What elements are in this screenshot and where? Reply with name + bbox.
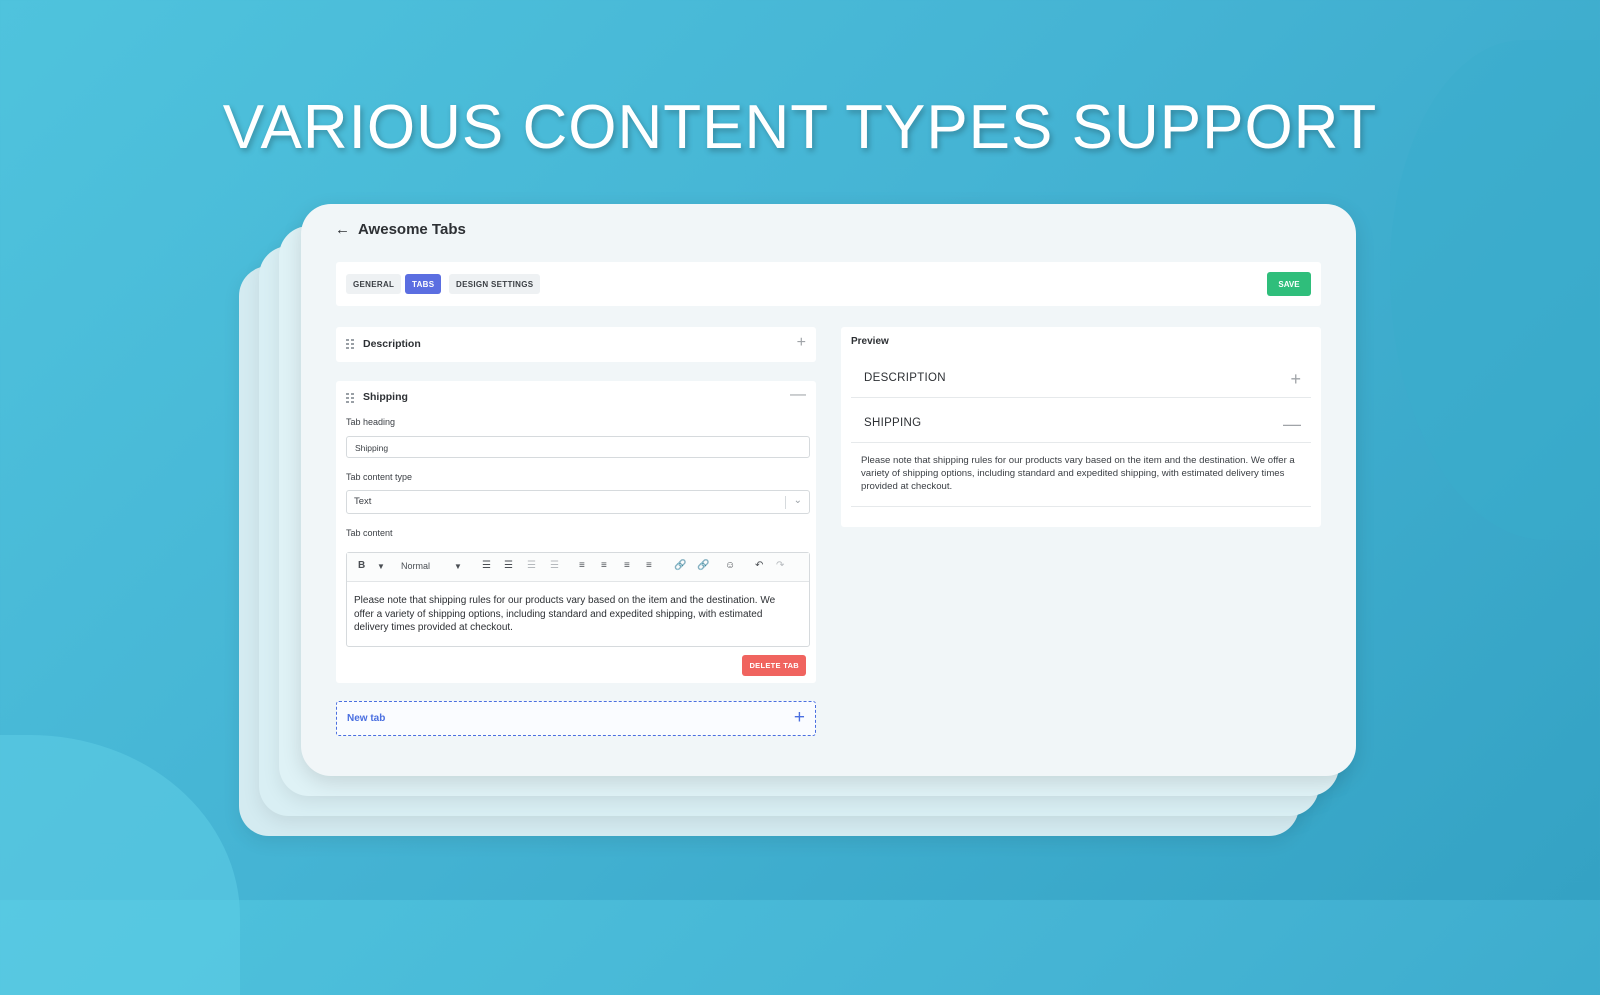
chevron-down-icon[interactable]: ⌄ <box>794 495 802 506</box>
drag-handle-icon[interactable] <box>346 393 354 403</box>
tab-tabs[interactable]: TABS <box>405 274 442 294</box>
editor-content[interactable]: Please note that shipping rules for our … <box>354 594 797 635</box>
editor-toolbar: B ▼ Normal ▼ ☰ ☰ ☰ ☰ ≡ ≡ ≡ ≡ 🔗 🔗 ☺ ↶ ↷ <box>347 553 809 582</box>
app-window: ← Awesome Tabs GENERAL TABS DESIGN SETTI… <box>301 204 1356 776</box>
top-toolbar: GENERAL TABS DESIGN SETTINGS SAVE <box>336 262 1321 306</box>
emoji-icon[interactable]: ☺ <box>725 560 735 571</box>
numbered-list-icon[interactable]: ☰ <box>504 560 513 571</box>
new-tab-button[interactable]: New tab + <box>336 701 816 736</box>
plus-icon: + <box>793 707 805 728</box>
align-center-icon[interactable]: ≡ <box>601 560 607 571</box>
page-title: Awesome Tabs <box>358 221 466 238</box>
caret-down-icon[interactable]: ▼ <box>377 562 385 571</box>
preview-panel: Preview DESCRIPTION + SHIPPING — Please … <box>841 327 1321 527</box>
tab-panel-description[interactable]: Description + <box>336 327 816 362</box>
page-header: ← Awesome Tabs <box>335 221 466 238</box>
link-icon[interactable]: 🔗 <box>674 560 686 571</box>
headline: VARIOUS CONTENT TYPES SUPPORT <box>222 93 1378 162</box>
preview-label: Preview <box>851 336 889 347</box>
align-justify-icon[interactable]: ≡ <box>646 560 652 571</box>
drag-handle-icon[interactable] <box>346 339 354 349</box>
redo-icon[interactable]: ↷ <box>776 560 784 571</box>
plus-icon[interactable]: + <box>797 335 806 351</box>
arrow-left-icon[interactable]: ← <box>335 221 350 238</box>
undo-icon[interactable]: ↶ <box>755 560 763 571</box>
tab-general[interactable]: GENERAL <box>346 274 402 294</box>
outdent-icon[interactable]: ☰ <box>550 560 559 571</box>
tab-panel-shipping: Shipping — Tab heading Shipping Tab cont… <box>336 381 816 683</box>
caret-down-icon[interactable]: ▼ <box>454 562 462 571</box>
minus-icon[interactable]: — <box>790 387 806 403</box>
preview-item-shipping[interactable]: SHIPPING — <box>851 404 1311 443</box>
tab-heading-label: Tab heading <box>346 417 396 427</box>
unlink-icon[interactable]: 🔗 <box>697 560 709 571</box>
new-tab-label: New tab <box>347 713 386 724</box>
align-right-icon[interactable]: ≡ <box>624 560 630 571</box>
preview-divider <box>851 505 1311 507</box>
format-select[interactable]: Normal <box>401 561 430 571</box>
rich-text-editor[interactable]: B ▼ Normal ▼ ☰ ☰ ☰ ☰ ≡ ≡ ≡ ≡ 🔗 🔗 ☺ ↶ ↷ P… <box>346 552 810 647</box>
tab-content-type-label: Tab content type <box>346 472 413 482</box>
select-separator <box>785 496 786 509</box>
save-button[interactable]: SAVE <box>1267 272 1311 296</box>
align-left-icon[interactable]: ≡ <box>579 560 585 571</box>
indent-icon[interactable]: ☰ <box>527 560 536 571</box>
preview-item-description[interactable]: DESCRIPTION + <box>851 359 1311 398</box>
tab-heading-input[interactable]: Shipping <box>346 436 810 458</box>
preview-item-title: SHIPPING <box>864 417 922 429</box>
preview-shipping-content: Please note that shipping rules for our … <box>861 455 1295 492</box>
select-value: Text <box>354 496 372 507</box>
minus-icon[interactable]: — <box>1283 415 1301 433</box>
tab-content-type-select[interactable]: Text ⌄ <box>346 490 810 514</box>
bullet-list-icon[interactable]: ☰ <box>482 560 491 571</box>
background-shape-left <box>0 735 240 995</box>
preview-item-title: DESCRIPTION <box>864 372 946 384</box>
bold-icon[interactable]: B <box>358 560 365 571</box>
tab-design-settings[interactable]: DESIGN SETTINGS <box>449 274 541 294</box>
panel-title: Shipping <box>363 391 408 403</box>
panel-title: Description <box>363 338 421 350</box>
delete-tab-button[interactable]: DELETE TAB <box>742 655 806 676</box>
plus-icon[interactable]: + <box>1290 370 1301 388</box>
tab-content-label: Tab content <box>346 528 393 538</box>
